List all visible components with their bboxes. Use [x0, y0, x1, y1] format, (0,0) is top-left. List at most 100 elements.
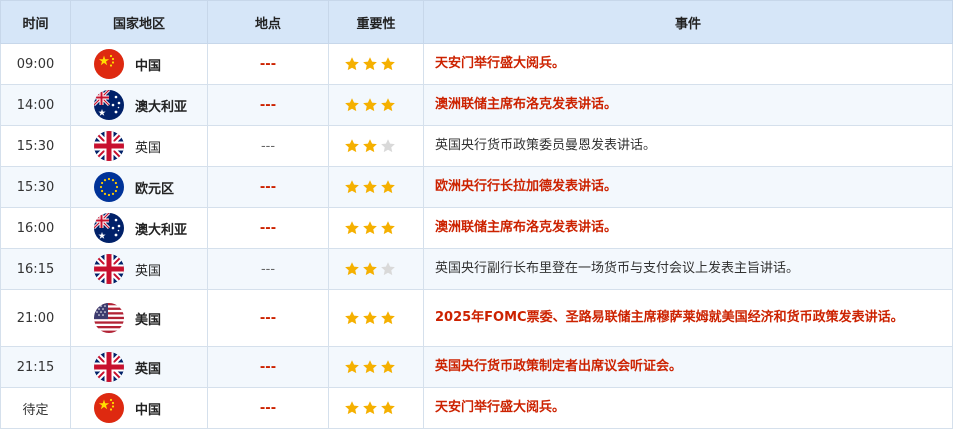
table-row: 14:00 澳大利亚 --- 澳洲联储主席布洛克发表讲话。	[0, 84, 953, 126]
au-flag-icon	[94, 213, 124, 243]
event-text: 天安门举行盛大阅兵。	[435, 400, 566, 415]
table-row: 15:30 欧元区 --- 欧洲央行行长拉加德发表讲话。	[0, 166, 953, 208]
uk-flag-icon	[94, 352, 124, 382]
star-filled-icon	[344, 359, 360, 375]
event-cell: 澳洲联储主席布洛克发表讲话。	[423, 84, 953, 126]
location-cell: ---	[207, 43, 329, 85]
location-cell: ---	[207, 387, 329, 429]
event-cell: 英国央行副行长布里登在一场货币与支付会议上发表主旨讲话。	[423, 248, 953, 290]
event-text: 澳洲联储主席布洛克发表讲话。	[435, 97, 618, 112]
time-cell: 21:00	[0, 289, 71, 347]
importance-cell	[328, 289, 424, 347]
location-cell: ---	[207, 346, 329, 388]
importance-cell	[328, 346, 424, 388]
country-name: 英国	[135, 361, 162, 377]
country-cell: 英国	[70, 346, 208, 388]
time-cell: 21:15	[0, 346, 71, 388]
table-row: 21:00 美国 --- 2025年FOMC票委、圣路易联储主席穆萨莱姆就美国经济和货…	[0, 289, 953, 347]
importance-cell	[328, 166, 424, 208]
country-cell: 英国	[70, 248, 208, 290]
country-cell: 澳大利亚	[70, 84, 208, 126]
star-filled-icon	[380, 97, 396, 113]
table-row: 21:15 英国 --- 英国央行货币政策制定者出席议会听证会。	[0, 346, 953, 388]
country-name: 中国	[135, 402, 162, 418]
table-body: 09:00 中国 --- 天安门举行盛大阅兵。 14:00 澳大利亚 --- 澳洲联储主席布洛…	[0, 43, 953, 429]
table-row: 待定 中国 --- 天安门举行盛大阅兵。	[0, 387, 953, 429]
star-filled-icon	[362, 179, 378, 195]
country-cell: 中国	[70, 43, 208, 85]
cn-flag-icon	[94, 49, 124, 79]
star-filled-icon	[344, 310, 360, 326]
event-cell: 澳洲联储主席布洛克发表讲话。	[423, 207, 953, 249]
uk-flag-icon	[94, 131, 124, 161]
star-filled-icon	[344, 138, 360, 154]
star-filled-icon	[362, 138, 378, 154]
uk-flag-icon	[94, 254, 124, 284]
importance-cell	[328, 387, 424, 429]
star-filled-icon	[362, 97, 378, 113]
table-row: 16:15 英国 --- 英国央行副行长布里登在一场货币与支付会议上发表主旨讲话。	[0, 248, 953, 290]
event-text: 澳洲联储主席布洛克发表讲话。	[435, 220, 618, 235]
time-cell: 15:30	[0, 125, 71, 167]
country-cell: 中国	[70, 387, 208, 429]
location-cell: ---	[207, 84, 329, 126]
header-location: 地点	[207, 0, 329, 44]
star-filled-icon	[362, 400, 378, 416]
event-cell: 欧洲央行行长拉加德发表讲话。	[423, 166, 953, 208]
us-flag-icon	[94, 303, 124, 333]
location-cell: ---	[207, 289, 329, 347]
country-name: 英国	[135, 140, 162, 156]
au-flag-icon	[94, 90, 124, 120]
country-name: 英国	[135, 263, 162, 279]
event-text: 2025年FOMC票委、圣路易联储主席穆萨莱姆就美国经济和货币政策发表讲话。	[435, 310, 904, 325]
location-value: ---	[259, 56, 277, 72]
importance-cell	[328, 248, 424, 290]
location-cell: ---	[207, 166, 329, 208]
table-row: 16:00 澳大利亚 --- 澳洲联储主席布洛克发表讲话。	[0, 207, 953, 249]
header-event: 事件	[423, 0, 953, 44]
cn-flag-icon	[94, 393, 124, 423]
star-filled-icon	[344, 179, 360, 195]
location-cell: ---	[207, 125, 329, 167]
star-filled-icon	[380, 56, 396, 72]
time-cell: 待定	[0, 387, 71, 429]
location-cell: ---	[207, 207, 329, 249]
event-cell: 2025年FOMC票委、圣路易联储主席穆萨莱姆就美国经济和货币政策发表讲话。	[423, 289, 953, 347]
star-empty-icon	[380, 261, 396, 277]
star-filled-icon	[380, 179, 396, 195]
star-filled-icon	[344, 220, 360, 236]
star-filled-icon	[380, 400, 396, 416]
table-header: 时间 国家地区 地点 重要性 事件	[0, 0, 953, 44]
country-cell: 欧元区	[70, 166, 208, 208]
country-name: 美国	[135, 312, 162, 328]
location-value: ---	[259, 400, 277, 416]
importance-cell	[328, 125, 424, 167]
location-value: ---	[259, 359, 277, 375]
location-value: ---	[259, 97, 277, 113]
star-filled-icon	[344, 261, 360, 277]
event-cell: 英国央行货币政策制定者出席议会听证会。	[423, 346, 953, 388]
star-filled-icon	[380, 220, 396, 236]
importance-cell	[328, 84, 424, 126]
economic-calendar-table: 时间 国家地区 地点 重要性 事件 09:00 中国 --- 天安门举行盛大阅兵。 14…	[0, 0, 953, 429]
location-value: ---	[260, 138, 276, 154]
table-row: 15:30 英国 --- 英国央行货币政策委员曼恩发表讲话。	[0, 125, 953, 167]
country-cell: 澳大利亚	[70, 207, 208, 249]
star-filled-icon	[380, 359, 396, 375]
star-filled-icon	[344, 97, 360, 113]
time-cell: 14:00	[0, 84, 71, 126]
star-empty-icon	[380, 138, 396, 154]
location-value: ---	[259, 220, 277, 236]
event-text: 欧洲央行行长拉加德发表讲话。	[435, 179, 618, 194]
time-cell: 16:15	[0, 248, 71, 290]
event-cell: 英国央行货币政策委员曼恩发表讲话。	[423, 125, 953, 167]
importance-cell	[328, 43, 424, 85]
event-text: 英国央行副行长布里登在一场货币与支付会议上发表主旨讲话。	[435, 261, 800, 276]
country-name: 澳大利亚	[135, 99, 188, 115]
event-text: 英国央行货币政策制定者出席议会听证会。	[435, 359, 683, 374]
importance-cell	[328, 207, 424, 249]
country-name: 澳大利亚	[135, 222, 188, 238]
location-value: ---	[259, 310, 277, 326]
country-cell: 美国	[70, 289, 208, 347]
time-cell: 09:00	[0, 43, 71, 85]
